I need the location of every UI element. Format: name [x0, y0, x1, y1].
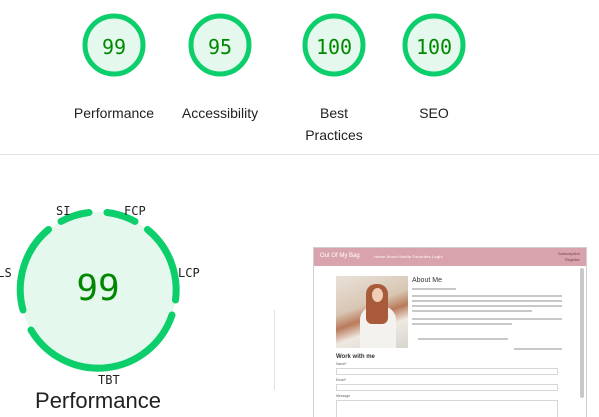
metric-tbt-label[interactable]: TBT: [98, 373, 120, 387]
thumbnail-brand: Out Of My Bag: [320, 253, 360, 259]
thumbnail-nav-right: Subscription Register: [558, 251, 580, 263]
thumbnail-message-label: Message: [336, 394, 351, 398]
seo-score: 100: [415, 35, 453, 59]
thumbnail-scrollbar: [580, 268, 584, 398]
metric-si-label[interactable]: SI: [56, 204, 70, 218]
final-screenshot-thumbnail[interactable]: Out Of My Bag Home About Media Favorites…: [313, 247, 587, 417]
thumbnail-nav-links: Home About Media Favorites Login: [374, 254, 443, 259]
performance-title: Performance: [35, 388, 161, 413]
thumbnail-email-field: [336, 384, 558, 391]
vertical-divider: [274, 310, 275, 390]
accessibility-label: Accessibility: [181, 105, 259, 121]
section-divider: [0, 154, 599, 155]
best-practices-label: Best Practices: [305, 105, 363, 143]
thumbnail-work-heading: Work with me: [336, 354, 375, 360]
performance-big-score: 99: [76, 268, 120, 309]
metric-cls-label[interactable]: CLS: [0, 266, 12, 280]
thumbnail-name-field: [336, 368, 558, 375]
accessibility-score: 95: [207, 35, 233, 59]
metric-fcp-label[interactable]: FCP: [124, 204, 146, 218]
thumbnail-navbar: Out Of My Bag Home About Media Favorites…: [314, 248, 586, 266]
thumbnail-email-label: Email*: [336, 378, 347, 382]
thumbnail-subscription: Subscription: [557, 251, 580, 256]
metric-lcp-label[interactable]: LCP: [178, 266, 200, 280]
performance-label: Performance: [73, 105, 155, 121]
thumbnail-name-label: Name*: [336, 362, 347, 366]
thumbnail-register: Register: [565, 257, 580, 262]
seo-label: SEO: [419, 105, 449, 121]
performance-score: 99: [101, 35, 127, 59]
thumbnail-message-field: [336, 400, 558, 417]
thumbnail-profile-photo: [336, 276, 408, 348]
thumbnail-about-heading: About Me: [412, 277, 442, 284]
